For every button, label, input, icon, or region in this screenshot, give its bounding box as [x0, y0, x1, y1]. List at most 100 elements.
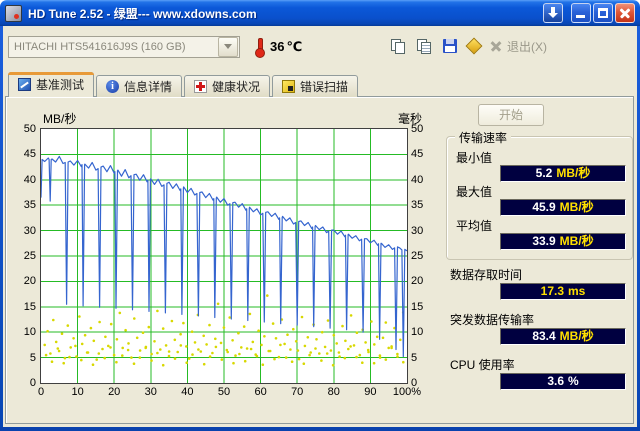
left-ticks-label: 45 — [23, 148, 36, 161]
benchmark-chart — [40, 128, 408, 384]
cpu-usage-label: CPU 使用率 — [450, 358, 515, 372]
access-time-label: 数据存取时间 — [450, 268, 523, 282]
close-button[interactable] — [615, 3, 635, 23]
access-time-value: 17.3 — [540, 284, 564, 298]
minimum-label: 最小值 — [456, 151, 493, 165]
x-ticks-label: 100% — [392, 386, 422, 398]
tab-health[interactable]: 健康状况 — [184, 75, 271, 97]
right-ticks-label: 50 — [411, 123, 424, 135]
tab-info-label: 信息详情 — [124, 80, 173, 94]
left-axis-ticks: 50 45 40 35 30 25 20 15 10 5 0 — [9, 123, 36, 389]
minimum-unit: MB/秒 — [556, 166, 591, 180]
download-button[interactable] — [543, 3, 563, 23]
chevron-down-icon — [224, 44, 232, 53]
copy-text-icon — [416, 38, 432, 54]
x-ticks-label: 60 — [254, 386, 267, 398]
left-ticks-label: 10 — [23, 326, 36, 339]
options-button[interactable] — [462, 34, 486, 58]
minimum-value: 5.2 — [535, 166, 553, 180]
minimum-value-badge: 5.2 MB/秒 — [500, 165, 626, 182]
cpu-usage-badge: 3.6 % — [500, 373, 626, 390]
close-icon — [616, 4, 634, 22]
window-border-bottom — [0, 427, 640, 431]
x-ticks-label: 50 — [217, 386, 231, 398]
transfer-rate-group-title: 传输速率 — [455, 129, 512, 146]
start-button[interactable]: 开始 — [478, 104, 544, 126]
tab-bar: 基准测试 信息详情 健康状况 错误扫描 — [8, 72, 360, 97]
x-ticks-label: 70 — [291, 386, 304, 398]
left-axis-label: MB/秒 — [43, 112, 77, 126]
maximize-icon — [598, 8, 608, 18]
x-ticks-label: 80 — [327, 386, 340, 398]
x-ticks-label: 30 — [144, 386, 157, 398]
cpu-usage-unit: % — [568, 374, 579, 388]
right-ticks-label: 35 — [411, 199, 424, 212]
titlebar[interactable]: HD Tune 2.52 - 绿盟--- www.xdowns.com — [0, 0, 640, 26]
window-title: HD Tune 2.52 - 绿盟--- www.xdowns.com — [28, 6, 257, 21]
health-cross-icon — [194, 80, 208, 93]
down-arrow-icon — [548, 7, 558, 18]
tab-benchmark[interactable]: 基准测试 — [8, 72, 95, 97]
average-label: 平均值 — [456, 219, 493, 233]
maximize-button[interactable] — [593, 3, 613, 23]
benchmark-icon — [18, 77, 31, 91]
error-scan-icon — [282, 80, 296, 93]
app-icon — [5, 4, 22, 22]
info-icon — [106, 80, 120, 93]
x-ticks-label: 10 — [71, 386, 84, 398]
minimize-button[interactable] — [571, 3, 591, 23]
tab-error-scan-label: 错误扫描 — [300, 80, 349, 94]
thermometer-icon — [255, 37, 265, 58]
left-ticks-label: 5 — [29, 351, 36, 364]
access-time-unit: ms — [568, 284, 586, 298]
average-unit: MB/秒 — [559, 234, 594, 248]
average-value-badge: 33.9 MB/秒 — [500, 233, 626, 250]
save-icon — [443, 39, 457, 53]
average-value: 33.9 — [532, 234, 556, 248]
x-axis-ticks: 0 10 20 30 40 50 60 70 80 90 100% — [38, 386, 421, 400]
tab-error-scan[interactable]: 错误扫描 — [272, 75, 359, 97]
x-ticks-label: 0 — [37, 386, 45, 398]
tab-benchmark-label: 基准测试 — [36, 77, 85, 92]
left-ticks-label: 30 — [23, 224, 36, 237]
drive-select-dropdown-button[interactable] — [218, 37, 238, 57]
drive-select[interactable]: HITACHI HTS541616J9S (160 GB) — [8, 36, 240, 58]
minimize-icon — [576, 15, 585, 18]
burst-rate-label: 突发数据传输率 — [450, 313, 535, 327]
hd-tune-window: HD Tune 2.52 - 绿盟--- www.xdowns.com HITA… — [0, 0, 640, 431]
maximum-label: 最大值 — [456, 185, 493, 199]
cpu-usage-value: 3.6 — [547, 374, 564, 388]
client-area: HITACHI HTS541616J9S (160 GB) 36 ℃ 退出(X) … — [3, 26, 637, 427]
left-ticks-label: 40 — [23, 173, 36, 186]
maximum-value: 45.9 — [532, 200, 556, 214]
right-ticks-label: 30 — [411, 224, 424, 237]
right-ticks-label: 20 — [411, 275, 424, 288]
right-ticks-label: 5 — [411, 351, 418, 364]
temperature-value: 36 — [270, 39, 285, 54]
temperature-readout: 36 ℃ — [270, 39, 304, 55]
left-ticks-label: 25 — [23, 250, 36, 262]
maximum-value-badge: 45.9 MB/秒 — [500, 199, 626, 216]
left-ticks-label: 35 — [23, 199, 36, 212]
access-time-badge: 17.3 ms — [500, 283, 626, 300]
right-ticks-label: 10 — [411, 326, 424, 339]
save-screenshot-button[interactable] — [438, 34, 462, 58]
options-icon — [465, 37, 483, 55]
left-ticks-label: 20 — [23, 275, 36, 288]
burst-rate-unit: MB/秒 — [559, 329, 594, 343]
right-ticks-label: 40 — [411, 173, 424, 186]
copy-text-button[interactable] — [412, 34, 436, 58]
temperature-unit: ℃ — [286, 39, 303, 54]
window-controls — [543, 3, 635, 23]
left-ticks-label: 50 — [23, 123, 36, 135]
burst-rate-value: 83.4 — [532, 329, 556, 343]
exit-button[interactable]: 退出(X) — [490, 36, 547, 56]
right-ticks-label: 25 — [411, 250, 424, 262]
tab-info[interactable]: 信息详情 — [96, 75, 183, 97]
copy-icon — [390, 38, 406, 54]
tab-health-label: 健康状况 — [212, 80, 261, 94]
x-ticks-label: 90 — [364, 386, 377, 398]
left-ticks-label: 15 — [23, 300, 36, 313]
copy-screenshot-button[interactable] — [386, 34, 410, 58]
drive-select-value: HITACHI HTS541616J9S (160 GB) — [14, 41, 186, 53]
